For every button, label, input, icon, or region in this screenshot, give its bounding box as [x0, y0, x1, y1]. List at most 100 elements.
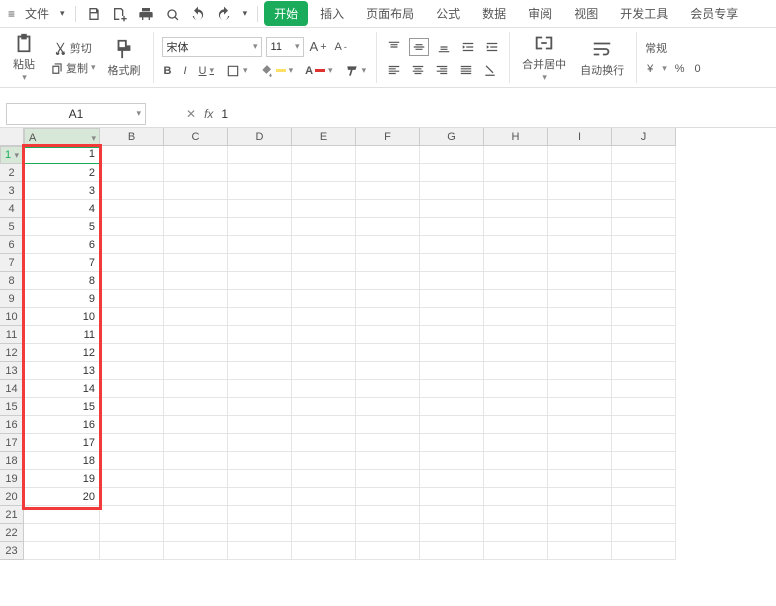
cell-F1[interactable] — [356, 146, 420, 164]
cell-E6[interactable] — [292, 236, 356, 254]
cell-G13[interactable] — [420, 362, 484, 380]
cell-I17[interactable] — [548, 434, 612, 452]
cell-E18[interactable] — [292, 452, 356, 470]
percent-button[interactable]: % — [673, 62, 687, 76]
cell-F20[interactable] — [356, 488, 420, 506]
row-header-20[interactable]: 20 — [0, 488, 24, 506]
cell-H4[interactable] — [484, 200, 548, 218]
cell-F15[interactable] — [356, 398, 420, 416]
cell-C8[interactable] — [164, 272, 228, 290]
col-header-I[interactable]: I — [548, 128, 612, 146]
col-header-D[interactable]: D — [228, 128, 292, 146]
cell-D1[interactable] — [228, 146, 292, 164]
cell-E5[interactable] — [292, 218, 356, 236]
cell-G17[interactable] — [420, 434, 484, 452]
cell-C6[interactable] — [164, 236, 228, 254]
cell-A9[interactable]: 9 — [24, 290, 100, 308]
tab-dev[interactable]: 开发工具 — [610, 1, 678, 26]
cell-E21[interactable] — [292, 506, 356, 524]
cell-C20[interactable] — [164, 488, 228, 506]
indent-decrease-button[interactable] — [459, 39, 477, 55]
cell-H2[interactable] — [484, 164, 548, 182]
cell-H18[interactable] — [484, 452, 548, 470]
cell-D9[interactable] — [228, 290, 292, 308]
cell-B9[interactable] — [100, 290, 164, 308]
cell-I16[interactable] — [548, 416, 612, 434]
cell-D11[interactable] — [228, 326, 292, 344]
col-header-C[interactable]: C — [164, 128, 228, 146]
cell-A15[interactable]: 15 — [24, 398, 100, 416]
cell-H6[interactable] — [484, 236, 548, 254]
cell-B7[interactable] — [100, 254, 164, 272]
cell-A4[interactable]: 4 — [24, 200, 100, 218]
cell-B19[interactable] — [100, 470, 164, 488]
cell-G18[interactable] — [420, 452, 484, 470]
cell-H10[interactable] — [484, 308, 548, 326]
save-icon[interactable] — [82, 4, 106, 24]
row-header-22[interactable]: 22 — [0, 524, 24, 542]
tab-start[interactable]: 开始 — [264, 1, 308, 26]
cell-A14[interactable]: 14 — [24, 380, 100, 398]
cell-I19[interactable] — [548, 470, 612, 488]
cell-D16[interactable] — [228, 416, 292, 434]
cell-C5[interactable] — [164, 218, 228, 236]
tab-layout[interactable]: 页面布局 — [356, 1, 424, 26]
cell-J8[interactable] — [612, 272, 676, 290]
cell-A19[interactable]: 19 — [24, 470, 100, 488]
cell-D18[interactable] — [228, 452, 292, 470]
cell-I5[interactable] — [548, 218, 612, 236]
cell-D12[interactable] — [228, 344, 292, 362]
cell-H23[interactable] — [484, 542, 548, 560]
col-header-J[interactable]: J — [612, 128, 676, 146]
cell-J12[interactable] — [612, 344, 676, 362]
row-header-17[interactable]: 17 — [0, 434, 24, 452]
cell-I15[interactable] — [548, 398, 612, 416]
row-header-13[interactable]: 13 — [0, 362, 24, 380]
cell-D22[interactable] — [228, 524, 292, 542]
cell-B10[interactable] — [100, 308, 164, 326]
orientation-button[interactable] — [481, 62, 499, 78]
cell-D19[interactable] — [228, 470, 292, 488]
cell-F13[interactable] — [356, 362, 420, 380]
cell-C19[interactable] — [164, 470, 228, 488]
cell-J1[interactable] — [612, 146, 676, 164]
cell-G21[interactable] — [420, 506, 484, 524]
cell-B4[interactable] — [100, 200, 164, 218]
row-header-6[interactable]: 6 — [0, 236, 24, 254]
cell-B14[interactable] — [100, 380, 164, 398]
cell-E10[interactable] — [292, 308, 356, 326]
cell-H17[interactable] — [484, 434, 548, 452]
row-header-18[interactable]: 18 — [0, 452, 24, 470]
cell-C2[interactable] — [164, 164, 228, 182]
cell-J4[interactable] — [612, 200, 676, 218]
cell-D17[interactable] — [228, 434, 292, 452]
cell-F7[interactable] — [356, 254, 420, 272]
col-header-H[interactable]: H — [484, 128, 548, 146]
cell-B13[interactable] — [100, 362, 164, 380]
cell-A8[interactable]: 8 — [24, 272, 100, 290]
cell-B23[interactable] — [100, 542, 164, 560]
cell-D6[interactable] — [228, 236, 292, 254]
cell-G2[interactable] — [420, 164, 484, 182]
cell-B18[interactable] — [100, 452, 164, 470]
cell-C21[interactable] — [164, 506, 228, 524]
cell-J11[interactable] — [612, 326, 676, 344]
cell-I1[interactable] — [548, 146, 612, 164]
cell-G6[interactable] — [420, 236, 484, 254]
cell-H15[interactable] — [484, 398, 548, 416]
cell-C1[interactable] — [164, 146, 228, 164]
cell-D20[interactable] — [228, 488, 292, 506]
cell-C3[interactable] — [164, 182, 228, 200]
cell-C15[interactable] — [164, 398, 228, 416]
row-header-23[interactable]: 23 — [0, 542, 24, 560]
cell-A7[interactable]: 7 — [24, 254, 100, 272]
cell-A17[interactable]: 17 — [24, 434, 100, 452]
tab-member[interactable]: 会员专享 — [680, 1, 748, 26]
cell-E20[interactable] — [292, 488, 356, 506]
font-grow-button[interactable]: A+ — [308, 38, 329, 55]
align-left-button[interactable] — [385, 62, 403, 78]
cancel-formula-icon[interactable]: ✕ — [186, 107, 196, 121]
cell-I7[interactable] — [548, 254, 612, 272]
align-right-button[interactable] — [433, 62, 451, 78]
cell-F8[interactable] — [356, 272, 420, 290]
